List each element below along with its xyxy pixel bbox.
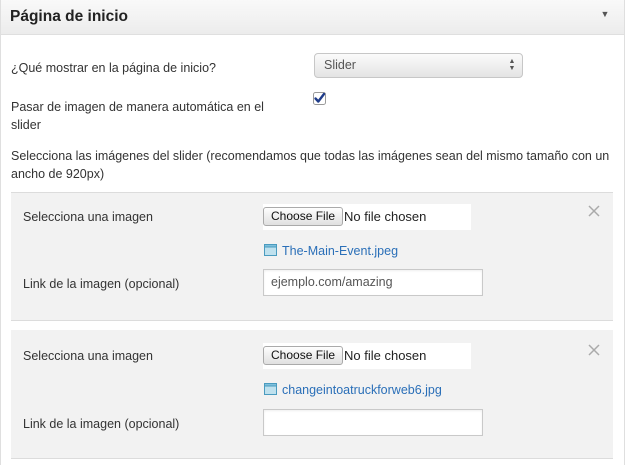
chevron-down-icon[interactable]: ▼ bbox=[600, 9, 610, 19]
file-input[interactable]: Choose File No file chosen bbox=[263, 343, 471, 369]
file-icon bbox=[264, 383, 277, 395]
home-display-selected-value: Slider bbox=[324, 58, 356, 72]
slider-help-text: Selecciona las imágenes del slider (reco… bbox=[11, 149, 610, 181]
divider bbox=[11, 320, 613, 321]
home-display-label: ¿Qué mostrar en la página de inicio? bbox=[11, 61, 216, 75]
uploaded-file-link[interactable]: changeintoatruckforweb6.jpg bbox=[282, 382, 442, 398]
slider-image-item: Selecciona una imagen Choose File No fil… bbox=[11, 330, 613, 458]
uploaded-file-link[interactable]: The-Main-Event.jpeg bbox=[282, 243, 398, 259]
checkmark-icon bbox=[313, 92, 326, 105]
file-status-text: No file chosen bbox=[344, 348, 427, 363]
image-link-label: Link de la imagen (opcional) bbox=[23, 417, 180, 431]
image-link-label: Link de la imagen (opcional) bbox=[23, 277, 180, 291]
panel-header[interactable]: Página de inicio ▼ bbox=[1, 0, 624, 35]
panel-title: Página de inicio bbox=[10, 8, 128, 25]
image-link-input[interactable] bbox=[263, 409, 483, 436]
image-link-input[interactable]: ejemplo.com/amazing bbox=[263, 269, 483, 296]
updown-arrows-icon: ▲ ▼ bbox=[508, 58, 516, 72]
select-image-label: Selecciona una imagen bbox=[23, 210, 153, 224]
divider bbox=[11, 458, 613, 459]
choose-file-button[interactable]: Choose File bbox=[263, 346, 344, 365]
select-image-label: Selecciona una imagen bbox=[23, 349, 153, 363]
choose-file-button[interactable]: Choose File bbox=[263, 207, 344, 226]
close-icon[interactable] bbox=[587, 204, 601, 218]
autoplay-label: Pasar de imagen de manera automática en … bbox=[11, 100, 264, 132]
homepage-settings-panel: Página de inicio ▼ ¿Qué mostrar en la pá… bbox=[0, 0, 625, 465]
file-status-text: No file chosen bbox=[344, 209, 427, 224]
home-display-select[interactable]: Slider ▲ ▼ bbox=[314, 53, 523, 78]
autoplay-checkbox[interactable] bbox=[313, 92, 326, 105]
close-icon[interactable] bbox=[587, 343, 601, 357]
slider-image-item: Selecciona una imagen Choose File No fil… bbox=[11, 193, 613, 320]
file-input[interactable]: Choose File No file chosen bbox=[263, 204, 471, 230]
file-icon bbox=[264, 244, 277, 256]
